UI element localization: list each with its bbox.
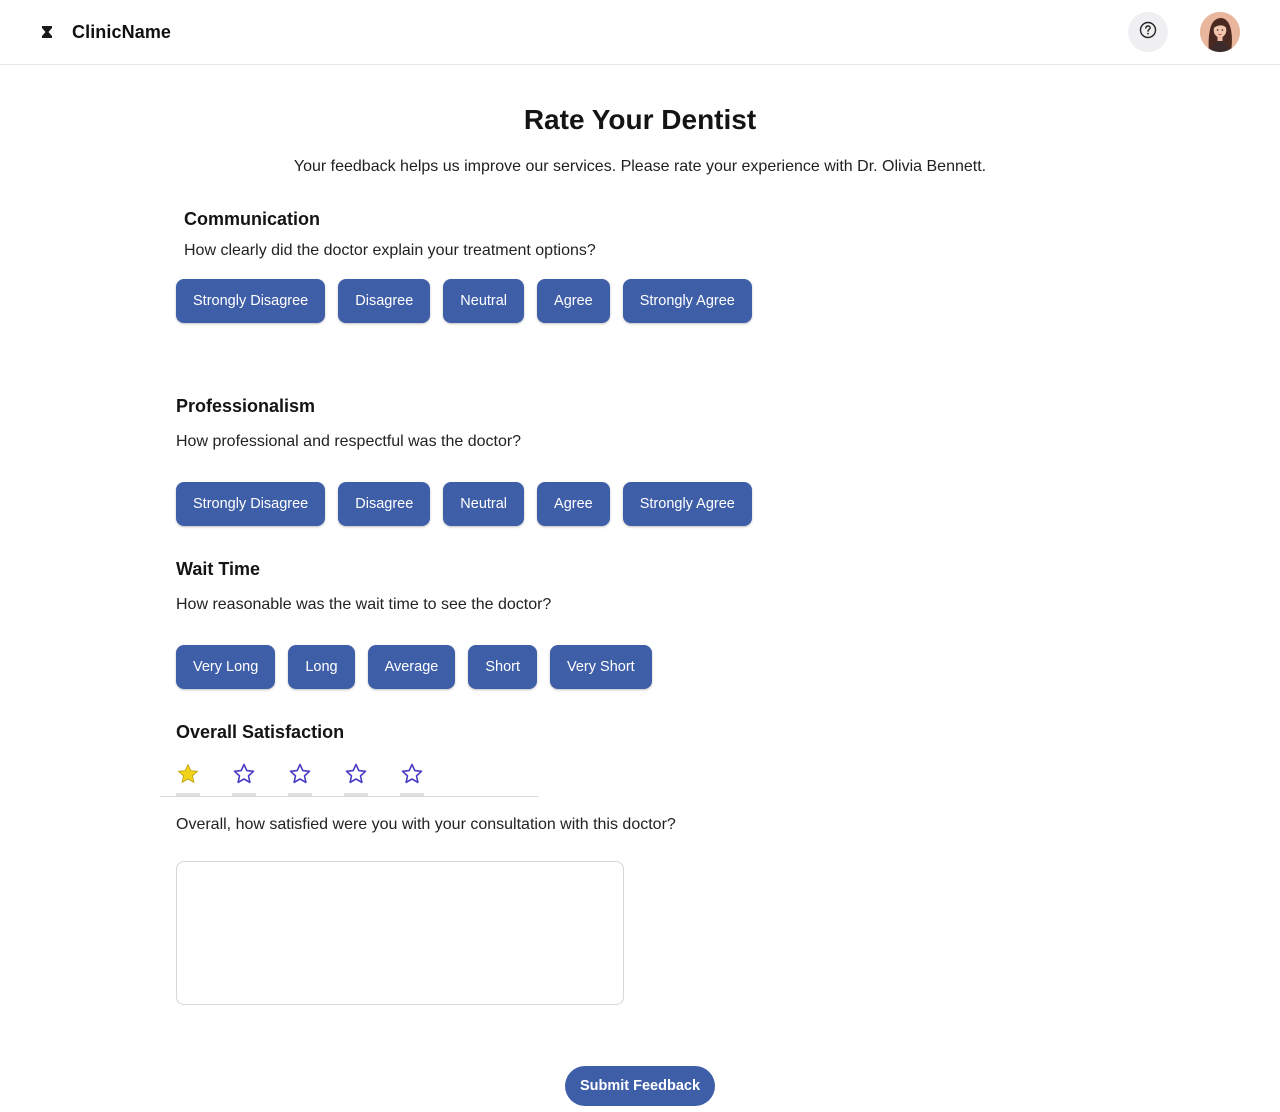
professionalism-option-agree[interactable]: Agree xyxy=(537,482,610,526)
star-underline xyxy=(176,793,200,796)
communication-options: Strongly Disagree Disagree Neutral Agree… xyxy=(176,279,765,323)
star-underline xyxy=(400,793,424,796)
professionalism-question: How professional and respectful was the … xyxy=(176,433,522,450)
brand-name: ClinicName xyxy=(72,21,172,42)
star-icon xyxy=(232,756,256,791)
user-avatar-icon xyxy=(1200,12,1240,52)
communication-option-disagree[interactable]: Disagree xyxy=(338,279,431,323)
professionalism-option-disagree[interactable]: Disagree xyxy=(338,482,431,526)
star-underline xyxy=(344,793,368,796)
communication-option-agree[interactable]: Agree xyxy=(537,279,610,323)
wait-time-option-very-short[interactable]: Very Short xyxy=(550,645,652,689)
feedback-comment-field[interactable] xyxy=(176,861,624,1005)
wait-time-title: Wait Time xyxy=(176,559,261,579)
communication-option-neutral[interactable]: Neutral xyxy=(443,279,525,323)
wait-time-question: How reasonable was the wait time to see … xyxy=(176,596,552,613)
question-circle-icon xyxy=(1139,21,1157,44)
star-icon xyxy=(288,756,312,791)
star-rating xyxy=(160,756,538,797)
help-button[interactable] xyxy=(1128,12,1168,52)
hourglass-logo-icon xyxy=(40,25,54,39)
page-title: Rate Your Dentist xyxy=(523,104,757,135)
submit-feedback-button[interactable]: Submit Feedback xyxy=(565,1066,715,1106)
brand[interactable]: ClinicName xyxy=(40,20,171,44)
star-underline xyxy=(288,793,312,796)
star-icon xyxy=(400,756,424,791)
communication-title: Communication xyxy=(184,209,321,229)
star-underline xyxy=(232,793,256,796)
star-icon xyxy=(176,756,200,791)
avatar[interactable] xyxy=(1200,12,1240,52)
professionalism-option-neutral[interactable]: Neutral xyxy=(443,482,525,526)
wait-time-option-short[interactable]: Short xyxy=(468,645,537,689)
professionalism-option-strongly-disagree[interactable]: Strongly Disagree xyxy=(176,482,326,526)
star-2[interactable] xyxy=(232,756,256,796)
wait-time-option-long[interactable]: Long xyxy=(288,645,355,689)
overall-satisfaction-title: Overall Satisfaction xyxy=(176,722,345,742)
star-3[interactable] xyxy=(288,756,312,796)
communication-question: How clearly did the doctor explain your … xyxy=(184,242,596,259)
star-icon xyxy=(344,756,368,791)
professionalism-option-strongly-agree[interactable]: Strongly Agree xyxy=(622,482,752,526)
communication-option-strongly-agree[interactable]: Strongly Agree xyxy=(622,279,752,323)
wait-time-option-average[interactable]: Average xyxy=(367,645,456,689)
wait-time-options: Very Long Long Average Short Very Short xyxy=(176,645,665,689)
star-1[interactable] xyxy=(176,756,200,796)
star-5[interactable] xyxy=(400,756,424,796)
star-4[interactable] xyxy=(344,756,368,796)
communication-option-strongly-disagree[interactable]: Strongly Disagree xyxy=(176,279,326,323)
page-subtitle: Your feedback helps us improve our servi… xyxy=(293,158,987,175)
top-bar: ClinicName xyxy=(0,0,1280,65)
overall-question: Overall, how satisfied were you with you… xyxy=(176,816,676,833)
wait-time-option-very-long[interactable]: Very Long xyxy=(176,645,276,689)
professionalism-title: Professionalism xyxy=(176,396,316,416)
professionalism-options: Strongly Disagree Disagree Neutral Agree… xyxy=(176,482,765,526)
